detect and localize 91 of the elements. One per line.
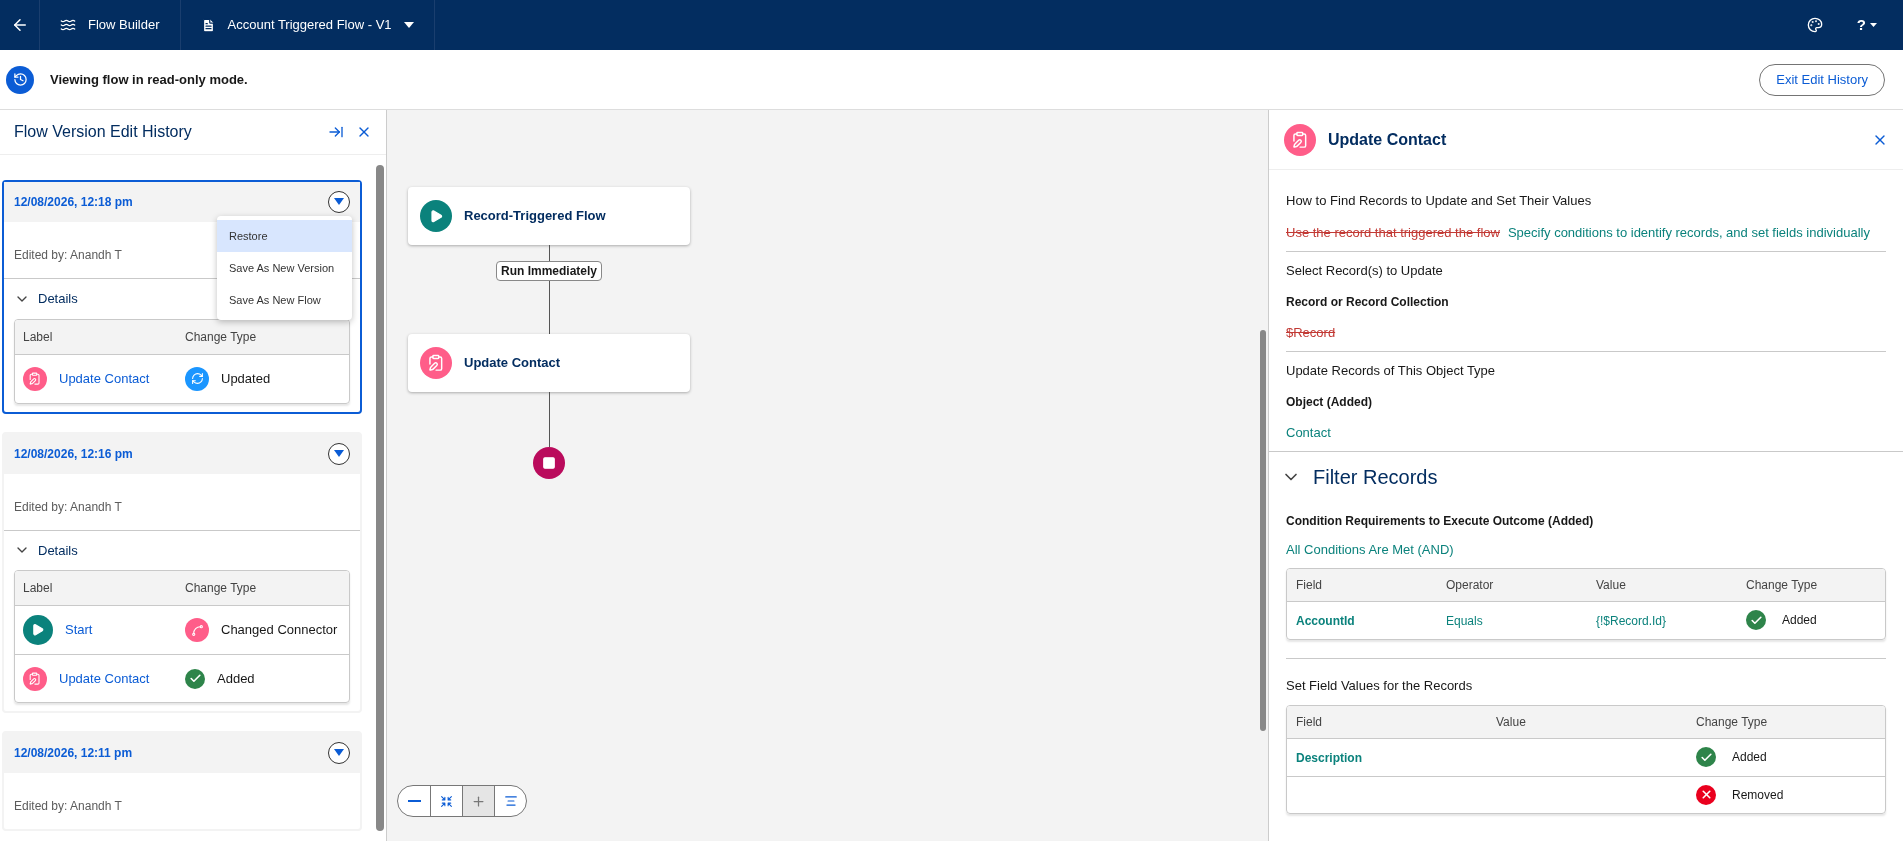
- menu-dropdown-button[interactable]: [328, 191, 350, 213]
- shrink-icon: [440, 794, 453, 808]
- caret-icon: [334, 749, 344, 757]
- section-heading: Select Record(s) to Update: [1286, 262, 1444, 280]
- node-label: Update Contact: [464, 354, 561, 373]
- caret-icon: [334, 449, 344, 458]
- refresh-icon: [185, 366, 209, 391]
- caret-icon: [334, 198, 344, 206]
- check-icon: [1746, 610, 1766, 630]
- change-type-text: Updated: [221, 369, 271, 388]
- play-icon: [420, 200, 452, 232]
- menu-dropdown-button[interactable]: [328, 442, 350, 465]
- column-header: Change Type: [1746, 577, 1818, 592]
- check-icon: [1696, 747, 1716, 767]
- change-type-text: Added: [1732, 749, 1767, 766]
- section-heading: How to Find Records to Update and Set Their Values: [1286, 192, 1593, 210]
- section-heading: Set Field Values for the Records: [1286, 677, 1473, 693]
- column-header: Change Type: [1696, 714, 1768, 729]
- value-text: Contact: [1286, 423, 1331, 442]
- scrollbar[interactable]: [376, 165, 384, 831]
- panel-title: Update Contact: [1328, 129, 1447, 150]
- section-title[interactable]: Filter Records: [1313, 462, 1438, 492]
- column-header: Change Type: [185, 580, 258, 597]
- table-cell: Description: [1296, 751, 1362, 765]
- logic-text: All Conditions Are Met (AND): [1286, 541, 1455, 559]
- column-header: Label: [22, 328, 54, 346]
- check-icon: [185, 668, 205, 689]
- collapse-panel-icon: [328, 124, 344, 140]
- scrollbar[interactable]: [1260, 330, 1266, 731]
- edited-by-text: Edited by: Anandh T: [14, 499, 122, 514]
- flow-node[interactable]: Update Contact: [408, 334, 690, 392]
- version-timestamp[interactable]: 12/08/2026, 12:16 pm: [14, 444, 133, 463]
- table-cell: {!$Record.Id}: [1596, 614, 1667, 628]
- table-cell: Equals: [1446, 614, 1483, 628]
- caret-icon: [403, 21, 414, 29]
- help-button[interactable]: ?: [1856, 13, 1877, 37]
- value-text: Specify conditions to identify records, and set fields individually: [1507, 223, 1870, 242]
- value-text: Use the record that triggered the flow: [1286, 223, 1500, 242]
- details-label[interactable]: Details: [38, 289, 78, 309]
- element-link[interactable]: Update Contact: [59, 668, 150, 689]
- node-label: Record-Triggered Flow: [464, 207, 606, 226]
- menu-item[interactable]: Restore: [217, 220, 352, 252]
- panel-title: Flow Version Edit History: [14, 122, 192, 142]
- remove-icon: [1696, 784, 1716, 805]
- document-icon: [200, 17, 216, 33]
- menu-item[interactable]: Save As New Flow: [217, 284, 352, 316]
- clipboard-icon: [23, 366, 47, 391]
- column-header: Field: [1296, 577, 1322, 592]
- edited-by-text: Edited by: Anandh T: [14, 799, 122, 813]
- change-type-text: Added: [217, 669, 255, 688]
- value-text: $Record: [1286, 323, 1336, 342]
- minus-icon: [407, 800, 421, 802]
- app-name[interactable]: Flow Builder: [88, 15, 160, 35]
- column-header: Value: [1596, 577, 1626, 592]
- column-header: Label: [22, 580, 54, 597]
- plus-icon: [471, 793, 486, 809]
- column-header: Field: [1296, 714, 1322, 729]
- version-timestamp[interactable]: 12/08/2026, 12:18 pm: [14, 193, 133, 211]
- edited-by-text: Edited by: Anandh T: [14, 248, 122, 262]
- menu-item[interactable]: Save As New Version: [217, 252, 352, 284]
- field-label: Object (Added): [1286, 393, 1373, 411]
- read-only-message: Viewing flow in read-only mode.: [50, 70, 248, 89]
- history-icon: [6, 65, 34, 94]
- end-node-icon: [533, 447, 565, 479]
- clipboard-icon: [1284, 123, 1316, 156]
- caret-icon: [1870, 22, 1877, 28]
- details-label[interactable]: Details: [38, 540, 78, 560]
- version-timestamp[interactable]: 12/08/2026, 12:11 pm: [14, 744, 133, 762]
- align-center-icon: [503, 794, 518, 808]
- column-header: Change Type: [185, 328, 258, 346]
- section-heading: Update Records of This Object Type: [1286, 362, 1497, 380]
- flow-title[interactable]: Account Triggered Flow - V1: [227, 15, 392, 35]
- change-type-text: Removed: [1732, 786, 1784, 804]
- zoom-in-button[interactable]: [462, 786, 494, 816]
- field-label: Condition Requirements to Execute Outcome (Added): [1286, 513, 1595, 530]
- menu-dropdown-button[interactable]: [328, 742, 350, 764]
- element-link[interactable]: Update Contact: [59, 368, 150, 389]
- field-label: Record or Record Collection: [1286, 293, 1450, 311]
- table-cell: AccountId: [1296, 614, 1355, 628]
- element-link[interactable]: Start: [65, 620, 93, 640]
- flow-icon: [60, 17, 76, 33]
- column-header: Value: [1496, 714, 1526, 729]
- connector-icon: [185, 618, 209, 642]
- play-icon: [23, 615, 53, 645]
- clipboard-icon: [23, 666, 47, 691]
- change-type-text: Changed Connector: [221, 621, 338, 640]
- connector-label: Run Immediately: [496, 261, 602, 281]
- change-type-text: Added: [1782, 612, 1817, 629]
- clipboard-icon: [420, 347, 452, 379]
- flow-node[interactable]: Record-Triggered Flow: [408, 187, 690, 245]
- column-header: Operator: [1446, 577, 1494, 592]
